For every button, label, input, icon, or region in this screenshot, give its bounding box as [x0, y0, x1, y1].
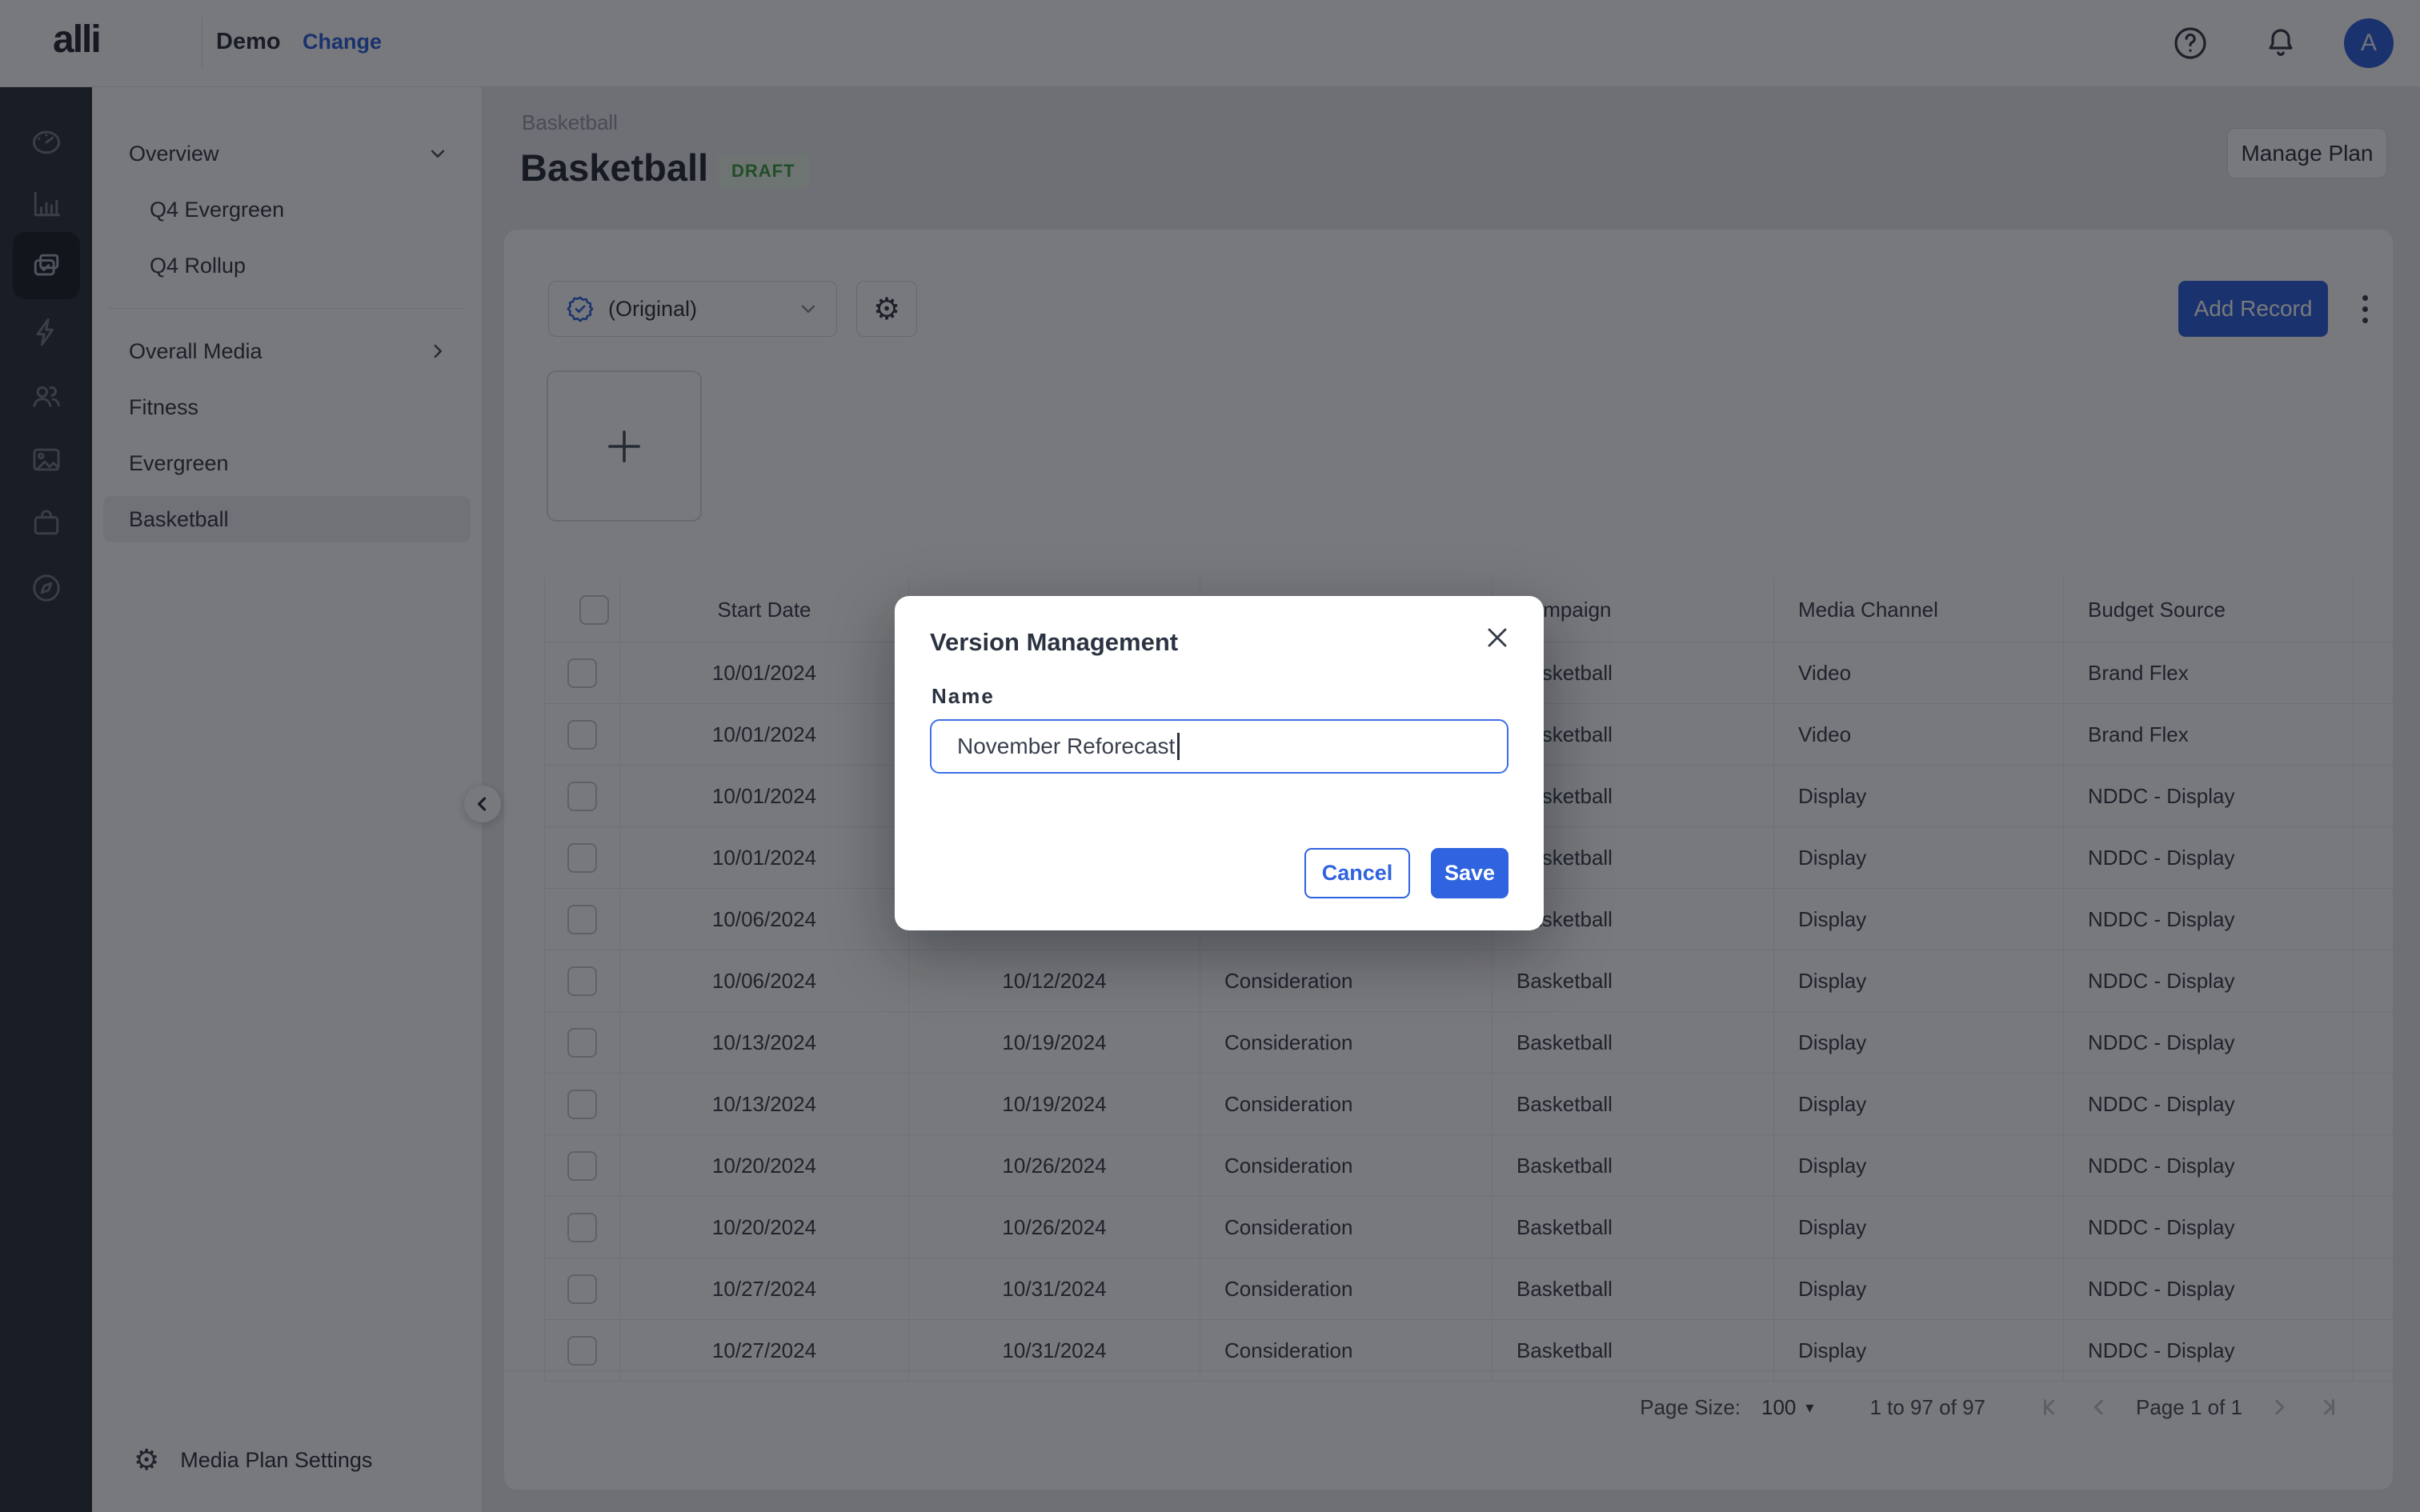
- modal-title: Version Management: [930, 628, 1178, 657]
- version-management-modal: Version Management Name November Reforec…: [895, 596, 1544, 930]
- text-caret: [1177, 733, 1180, 760]
- close-icon[interactable]: [1478, 618, 1517, 657]
- save-button[interactable]: Save: [1431, 848, 1508, 898]
- cancel-button[interactable]: Cancel: [1304, 848, 1410, 898]
- version-name-value: November Reforecast: [957, 734, 1175, 759]
- version-name-input[interactable]: November Reforecast: [930, 719, 1508, 774]
- name-label: Name: [932, 684, 995, 709]
- modal-actions: Cancel Save: [1304, 848, 1508, 898]
